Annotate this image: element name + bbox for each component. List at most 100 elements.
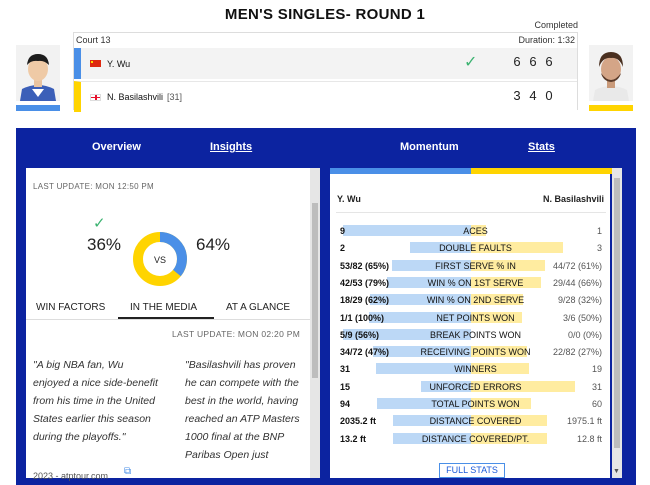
stat-value-left: 13.2 ft bbox=[340, 433, 367, 444]
player-seed: [31] bbox=[167, 92, 183, 102]
stats-player-left: Y. Wu bbox=[337, 194, 361, 204]
stat-value-right: 3 bbox=[596, 243, 602, 254]
player-row-1[interactable]: Y. Wu ✓ 666 bbox=[74, 48, 577, 79]
stat-value-left: 18/29 (62%) bbox=[340, 295, 390, 306]
media-quote-basilashvili: "Basilashvili has proven he can compete … bbox=[185, 359, 300, 461]
tab-in-the-media[interactable]: IN THE MEDIA bbox=[130, 302, 197, 313]
tab-overview[interactable]: Overview bbox=[92, 141, 141, 153]
stat-row: 15 UNFORCED ERRORS 31 bbox=[338, 378, 604, 395]
stat-label: FIRST SERVE % IN bbox=[435, 260, 516, 271]
stat-label: DISTANCE COVERED/PT. bbox=[421, 433, 530, 444]
stats-player-right: N. Basilashvili bbox=[543, 194, 605, 204]
winner-check-icon: ✓ bbox=[464, 54, 478, 71]
active-tab-indicator bbox=[118, 317, 214, 319]
set-score: 6 bbox=[513, 54, 521, 69]
player-name[interactable]: N. Basilashvili bbox=[107, 92, 163, 102]
player-color-bar bbox=[16, 105, 60, 111]
set-score: 4 bbox=[529, 88, 537, 103]
stat-value-right: 1 bbox=[596, 226, 602, 236]
tab-win-factors[interactable]: WIN FACTORS bbox=[36, 302, 105, 313]
stats-divider bbox=[336, 212, 606, 213]
stat-row: 2 DOUBLE FAULTS 3 bbox=[338, 239, 604, 256]
stat-row: 1/1 (100%) NET POINTS WON 3/6 (50%) bbox=[338, 309, 604, 326]
stat-value-right: 9/28 (32%) bbox=[557, 295, 602, 306]
scoreboard-card: Court 13 Duration: 1:32 Y. Wu ✓ 666 N. B… bbox=[73, 32, 578, 112]
player-photo-basilashvili[interactable] bbox=[589, 45, 633, 111]
set-score: 6 bbox=[529, 54, 537, 69]
full-stats-button[interactable]: FULL STATS bbox=[439, 463, 505, 478]
stat-value-right: 29/44 (66%) bbox=[552, 277, 602, 288]
tab-at-a-glance[interactable]: AT A GLANCE bbox=[226, 302, 290, 313]
stat-value-right: 0/0 (0%) bbox=[567, 329, 602, 340]
stat-value-right: 31 bbox=[591, 381, 602, 392]
player2-color bbox=[471, 168, 612, 174]
stat-row: 31 WINNERS 19 bbox=[338, 360, 604, 377]
stat-row: 5/9 (56%) BREAK POINTS WON 0/0 (0%) bbox=[338, 326, 604, 343]
stat-value-left: 34/72 (47%) bbox=[340, 347, 390, 358]
tab-momentum[interactable]: Momentum bbox=[400, 141, 459, 153]
stat-row: 42/53 (79%) WIN % ON 1ST SERVE 29/44 (66%) bbox=[338, 274, 604, 291]
georgia-flag-icon bbox=[90, 93, 101, 101]
stat-label: UNFORCED ERRORS bbox=[429, 381, 522, 392]
stat-row: 2035.2 ft DISTANCE COVERED 1975.1 ft bbox=[338, 412, 604, 429]
tab-insights[interactable]: Insights bbox=[210, 141, 252, 153]
stat-label: DOUBLE FAULTS bbox=[439, 243, 512, 254]
player-row-2[interactable]: N. Basilashvili [31] 340 bbox=[74, 81, 577, 112]
stat-value-left: 31 bbox=[340, 364, 351, 375]
stat-value-right: 1975.1 ft bbox=[566, 416, 602, 427]
stat-row: 53/82 (65%) FIRST SERVE % IN 44/72 (61%) bbox=[338, 257, 604, 274]
stat-value-right: 60 bbox=[591, 399, 602, 409]
stat-value-left: 5/9 (56%) bbox=[340, 329, 380, 340]
match-status: Completed bbox=[534, 20, 578, 30]
player-avatar bbox=[589, 45, 633, 101]
stat-value-left: 2035.2 ft bbox=[340, 416, 377, 427]
stat-row: 9 ACES 1 bbox=[338, 222, 604, 239]
player-color-strip bbox=[330, 168, 612, 174]
win-probability-donut: VS bbox=[133, 232, 187, 286]
scrollbar-thumb[interactable] bbox=[614, 178, 620, 448]
tab-stats[interactable]: Stats bbox=[528, 141, 555, 153]
stat-label: TOTAL POINTS WON bbox=[431, 399, 520, 409]
stat-row: 18/29 (62%) WIN % ON 2ND SERVE 9/28 (32%) bbox=[338, 291, 604, 308]
media-quote-source[interactable]: 2023 - atptour.com bbox=[33, 471, 108, 481]
win-probability-basilashvili: 64% bbox=[196, 235, 231, 254]
court-label: Court 13 bbox=[76, 35, 111, 45]
stat-value-right: 12.8 ft bbox=[576, 433, 602, 444]
set-score: 0 bbox=[545, 88, 553, 103]
stat-value-left: 2 bbox=[340, 243, 346, 254]
stat-value-left: 42/53 (79%) bbox=[340, 277, 390, 288]
duration-label: Duration: 1:32 bbox=[518, 35, 575, 45]
player-scores: 666 bbox=[509, 54, 557, 69]
stat-row: 94 TOTAL POINTS WON 60 bbox=[338, 395, 604, 412]
set-score: 6 bbox=[545, 54, 553, 69]
stat-value-left: 9 bbox=[340, 226, 346, 236]
player-photo-wu[interactable] bbox=[16, 45, 60, 111]
stat-value-right: 44/72 (61%) bbox=[552, 260, 602, 271]
vs-label: VS bbox=[154, 255, 166, 265]
media-quote-wu: "A big NBA fan, Wu enjoyed a nice side-b… bbox=[33, 359, 158, 443]
stat-label: WINNERS bbox=[454, 364, 497, 375]
stat-label: RECEIVING POINTS WON bbox=[420, 347, 531, 358]
stat-value-left: 94 bbox=[340, 399, 351, 409]
stat-value-left: 1/1 (100%) bbox=[340, 312, 385, 323]
stat-value-right: 22/82 (27%) bbox=[552, 347, 602, 358]
stat-value-left: 53/82 (65%) bbox=[340, 260, 390, 271]
tabs-divider bbox=[26, 319, 310, 320]
stat-row: 13.2 ft DISTANCE COVERED/PT. 12.8 ft bbox=[338, 430, 604, 447]
win-probability-wu: 36% bbox=[87, 235, 122, 254]
player1-color bbox=[330, 168, 471, 174]
stats-scrollbar[interactable]: ▼ bbox=[612, 168, 622, 478]
external-link-icon[interactable]: ⧉ bbox=[124, 466, 131, 477]
insights-last-update: LAST UPDATE: MON 12:50 PM bbox=[33, 182, 155, 191]
stat-label: WIN % ON 1ST SERVE bbox=[427, 277, 524, 288]
insights-scrollbar[interactable] bbox=[310, 168, 320, 478]
player-name[interactable]: Y. Wu bbox=[107, 59, 130, 69]
set-score: 3 bbox=[513, 88, 521, 103]
scroll-down-icon[interactable]: ▼ bbox=[613, 468, 620, 475]
scrollbar-thumb[interactable] bbox=[312, 203, 318, 378]
stat-value-right: 3/6 (50%) bbox=[562, 312, 602, 323]
china-flag-icon bbox=[90, 60, 101, 67]
stat-label: WIN % ON 2ND SERVE bbox=[426, 295, 525, 306]
stat-label: NET POINTS WON bbox=[436, 312, 515, 323]
stat-label: ACES bbox=[463, 226, 488, 236]
